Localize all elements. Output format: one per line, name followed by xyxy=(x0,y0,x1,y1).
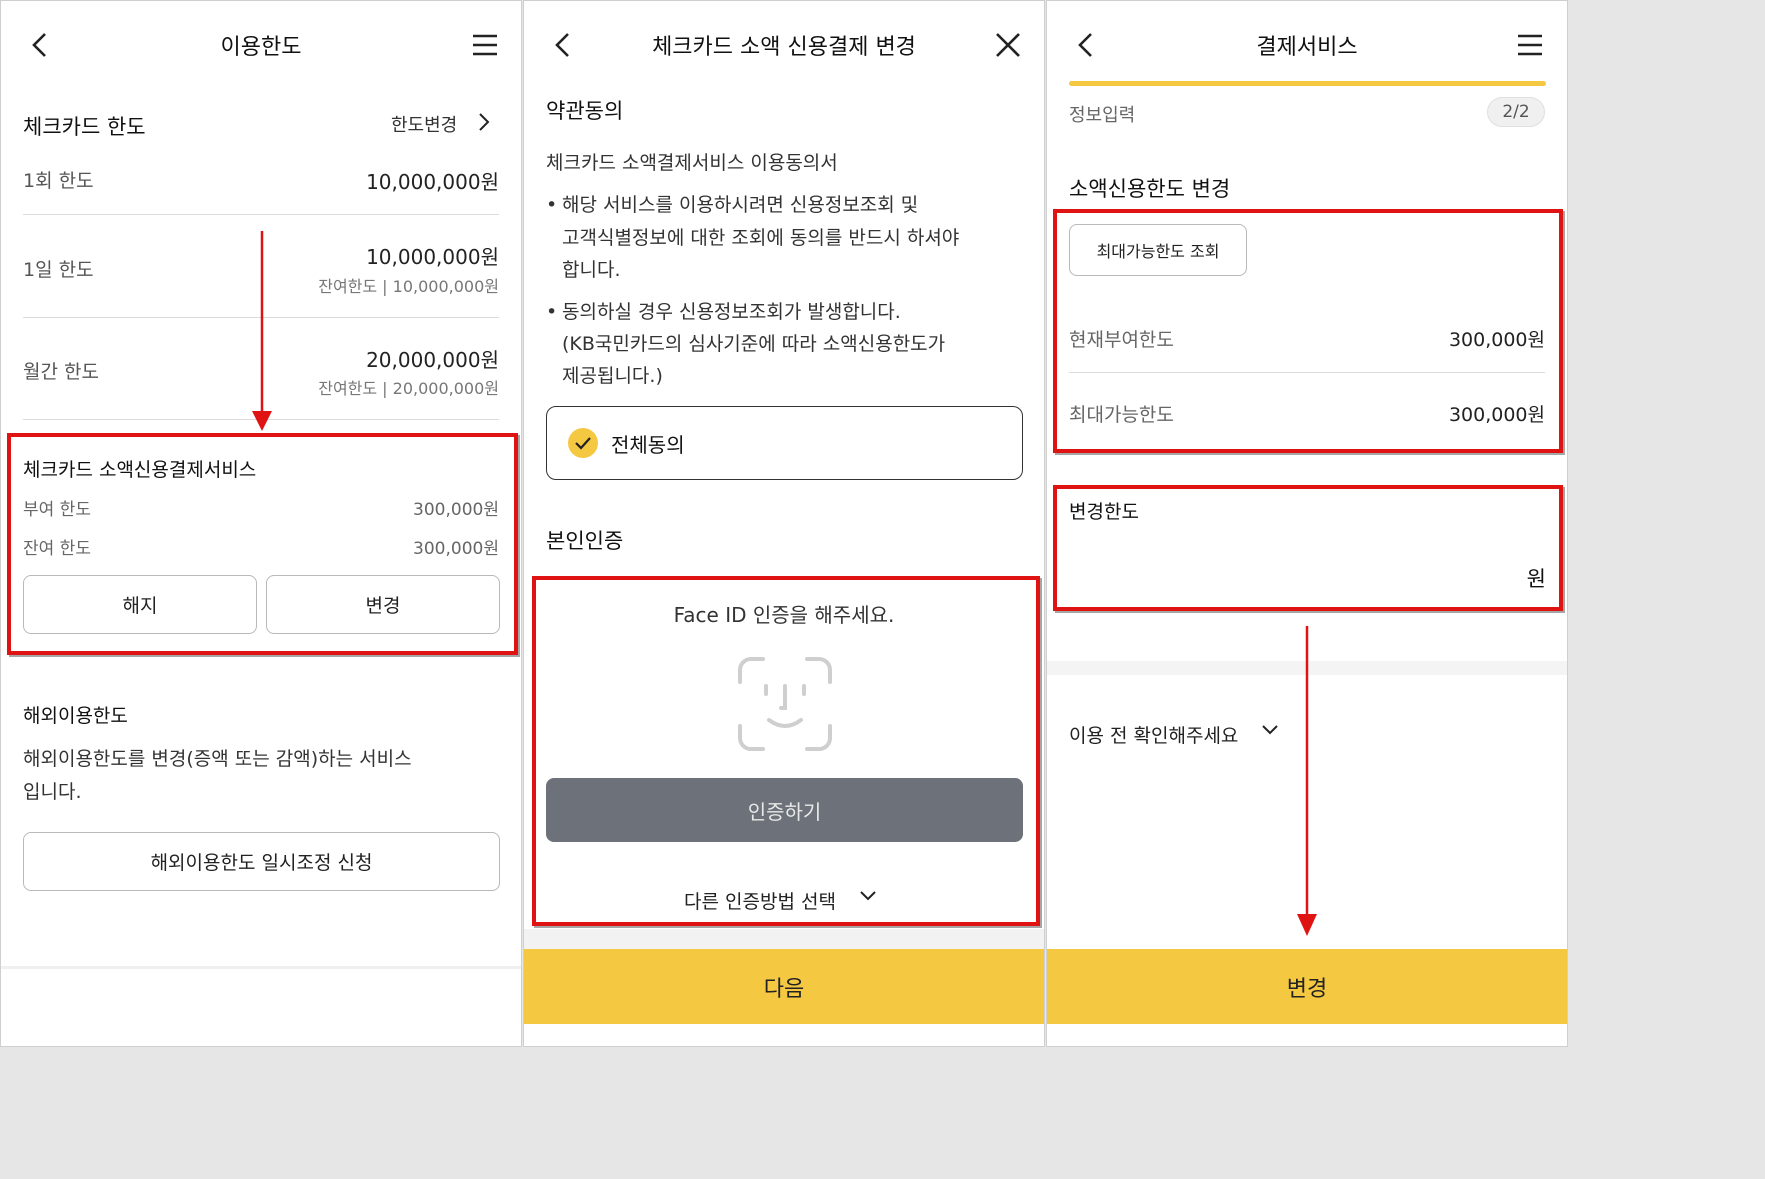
chevron-down-icon[interactable] xyxy=(1261,723,1279,737)
notice-toggle[interactable]: 이용 전 확인해주세요 xyxy=(1069,721,1238,748)
face-id-prompt: Face ID 인증을 해주세요. xyxy=(673,603,895,627)
step-label: 정보입력 xyxy=(1069,105,1136,126)
monthly-remaining-value: 잔여한도 | 20,000,000원 xyxy=(318,379,499,398)
authenticate-button[interactable]: 인증하기 xyxy=(546,778,1023,842)
face-id-icon xyxy=(738,657,832,751)
page-title: 이용한도 xyxy=(220,35,302,60)
check-card-limit-heading: 체크카드 한도 xyxy=(23,115,146,139)
page-title: 체크카드 소액 신용결제 변경 xyxy=(652,35,916,60)
overseas-desc-line2: 입니다. xyxy=(23,781,82,803)
next-button[interactable]: 다음 xyxy=(524,949,1044,1024)
chevron-down-icon[interactable] xyxy=(859,889,877,903)
overseas-adjust-button[interactable]: 해외이용한도 일시조정 신청 xyxy=(23,832,500,891)
overseas-desc-line1: 해외이용한도를 변경(증액 또는 감액)하는 서비스 xyxy=(23,748,412,770)
terms-bullet-2-line3: 제공됩니다.) xyxy=(562,365,663,387)
terms-bullet-1-line2: 고객식별정보에 대한 조회에 동의를 반드시 하셔야 xyxy=(562,227,960,249)
max-limit-query-button[interactable]: 최대가능한도 조회 xyxy=(1069,224,1247,276)
limit-screen: 이용한도 체크카드 한도 한도변경 1회 한도 10,000,000원 1일 한… xyxy=(0,0,522,1047)
max-limit-label: 최대가능한도 xyxy=(1069,404,1174,426)
other-auth-method-select[interactable]: 다른 인증방법 선택 xyxy=(684,887,836,914)
remaining-limit-label: 잔여 한도 xyxy=(23,539,91,559)
identity-verification-heading: 본인인증 xyxy=(546,529,624,553)
terms-bullet-1-line1: 해당 서비스를 이용하시려면 신용정보조회 및 xyxy=(562,194,919,216)
terms-bullet-1-line3: 합니다. xyxy=(562,259,621,281)
terms-bullet-2-line2: (KB국민카드의 심사기준에 따라 소액신용한도가 xyxy=(562,333,946,355)
section-divider xyxy=(524,929,1044,949)
terms-document-title[interactable]: 체크카드 소액결제서비스 이용동의서 xyxy=(546,148,838,175)
section-divider xyxy=(1,966,521,969)
daily-limit-label: 1일 한도 xyxy=(23,259,94,281)
per-use-limit-label: 1회 한도 xyxy=(23,170,94,192)
bullet-dot: • xyxy=(546,194,558,216)
terms-bullet-2-line1: 동의하실 경우 신용정보조회가 발생합니다. xyxy=(562,301,901,323)
progress-track xyxy=(1069,81,1546,86)
monthly-limit-label: 월간 한도 xyxy=(23,361,99,383)
current-limit-value: 300,000원 xyxy=(1448,329,1545,351)
daily-limit-value: 10,000,000원 xyxy=(366,245,499,269)
limit-change-link[interactable]: 한도변경 xyxy=(391,111,457,137)
terms-heading: 약관동의 xyxy=(546,99,624,123)
remaining-limit-value: 300,000원 xyxy=(413,539,499,559)
progress-fill xyxy=(1069,81,1546,86)
page-title: 결제서비스 xyxy=(1256,35,1358,60)
bullet-dot: • xyxy=(546,301,558,323)
current-limit-label: 현재부여한도 xyxy=(1069,329,1174,351)
daily-remaining-value: 잔여한도 | 10,000,000원 xyxy=(318,277,499,296)
change-limit-button[interactable]: 변경 xyxy=(266,575,500,634)
section-divider xyxy=(1047,661,1567,675)
menu-icon[interactable] xyxy=(1517,34,1543,56)
monthly-limit-value: 20,000,000원 xyxy=(366,348,499,372)
change-limit-input[interactable]: 원 xyxy=(1069,541,1546,597)
divider xyxy=(23,214,499,215)
submit-change-button[interactable]: 변경 xyxy=(1047,949,1567,1024)
max-limit-value: 300,000원 xyxy=(1448,404,1545,426)
divider xyxy=(23,419,499,420)
divider xyxy=(1069,372,1545,373)
per-use-limit-value: 10,000,000원 xyxy=(366,170,499,194)
down-arrow-annotation xyxy=(252,231,272,431)
small-credit-heading: 체크카드 소액신용결제서비스 xyxy=(23,459,257,481)
agree-all-label: 전체동의 xyxy=(611,433,685,457)
overseas-limit-heading: 해외이용한도 xyxy=(23,705,128,727)
granted-limit-label: 부여 한도 xyxy=(23,500,91,520)
currency-unit: 원 xyxy=(1526,567,1546,591)
payment-service-screen: 결제서비스 정보입력 2/2 소액신용한도 변경 최대가능한도 조회 현재부여한… xyxy=(1046,0,1568,1047)
step-badge: 2/2 xyxy=(1487,97,1545,127)
chevron-right-icon[interactable] xyxy=(477,112,491,132)
divider xyxy=(23,317,499,318)
menu-icon[interactable] xyxy=(472,34,498,56)
cancel-service-button[interactable]: 해지 xyxy=(23,575,257,634)
granted-limit-value: 300,000원 xyxy=(413,500,499,520)
section-heading: 소액신용한도 변경 xyxy=(1069,177,1231,201)
change-limit-label: 변경한도 xyxy=(1069,501,1139,523)
check-circle-icon xyxy=(568,428,598,458)
close-icon[interactable] xyxy=(994,31,1022,59)
consent-screen: 체크카드 소액 신용결제 변경 약관동의 체크카드 소액결제서비스 이용동의서 … xyxy=(523,0,1045,1047)
agree-all-checkbox[interactable]: 전체동의 xyxy=(546,406,1023,480)
